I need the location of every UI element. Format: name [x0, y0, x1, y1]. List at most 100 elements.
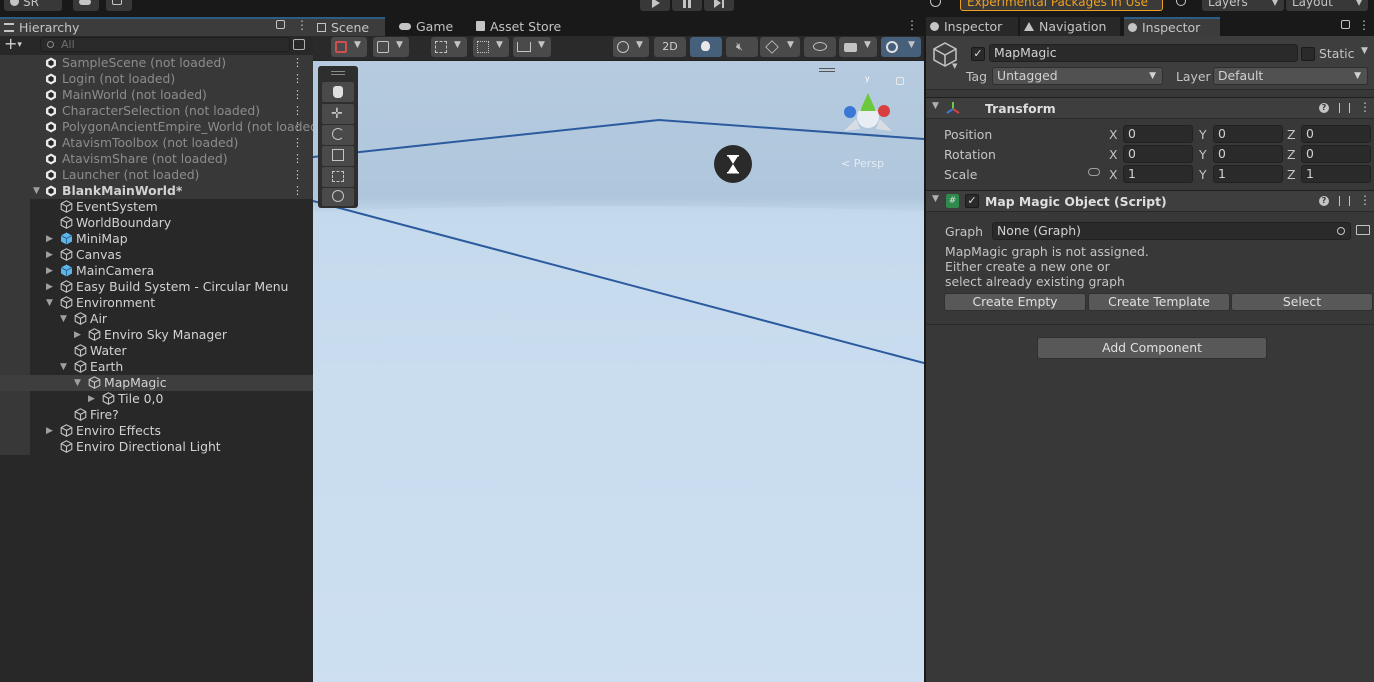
- persp-label[interactable]: < Persp: [841, 157, 884, 170]
- layers-dropdown[interactable]: Layers ▾: [1202, 0, 1284, 11]
- draw-mode-dropdown[interactable]: ▼: [331, 37, 367, 57]
- audio-toggle[interactable]: 🔇︎: [726, 37, 758, 57]
- search-input[interactable]: All: [40, 37, 290, 52]
- transform-tool-button[interactable]: [322, 188, 354, 206]
- search-button[interactable]: [1170, 0, 1200, 11]
- scene-viewport[interactable]: ✛ y < Persp: [313, 61, 924, 682]
- rotate-tool-button[interactable]: [322, 125, 354, 145]
- tab-navigation[interactable]: Navigation: [1020, 17, 1120, 36]
- scene-menu-icon[interactable]: ⋮: [292, 88, 303, 102]
- transform-x-field[interactable]: 0: [1123, 145, 1193, 163]
- transform-z-field[interactable]: 1: [1301, 165, 1371, 183]
- collapsed-arrow-icon[interactable]: ▶: [74, 327, 81, 343]
- collapsed-arrow-icon[interactable]: ▶: [46, 423, 53, 439]
- orientation-gizmo[interactable]: y: [838, 73, 898, 137]
- collapsed-arrow-icon[interactable]: ▶: [88, 391, 95, 407]
- select-button[interactable]: Select: [1231, 293, 1373, 311]
- viewport-menu-icon[interactable]: [819, 68, 835, 72]
- lock-icon[interactable]: [276, 20, 285, 29]
- axis-y-label[interactable]: Y: [1199, 127, 1207, 142]
- scene-menu-icon[interactable]: ⋮: [292, 72, 303, 86]
- hierarchy-item[interactable]: ▼ Air: [0, 311, 313, 327]
- transform-y-field[interactable]: 1: [1213, 165, 1283, 183]
- hierarchy-item[interactable]: ▶ MainCamera: [0, 263, 313, 279]
- component-menu-icon[interactable]: ⋮: [1359, 193, 1371, 207]
- drag-handle-icon[interactable]: [331, 71, 345, 75]
- gizmos-dropdown[interactable]: ▼: [881, 37, 921, 57]
- grid-toggle[interactable]: ▼: [431, 37, 467, 57]
- help-icon[interactable]: ?: [1319, 196, 1329, 206]
- pause-button[interactable]: [672, 0, 702, 11]
- collapsed-arrow-icon[interactable]: ▶: [46, 231, 53, 247]
- hierarchy-item[interactable]: ▶ Enviro Effects: [0, 423, 313, 439]
- layer-dropdown[interactable]: Default ▼: [1213, 67, 1368, 85]
- scene-row[interactable]: PolygonAncientEmpire_World (not loaded) ⋮: [0, 119, 323, 135]
- chevron-down-icon[interactable]: ▼: [1361, 46, 1368, 56]
- graph-object-field[interactable]: None (Graph): [992, 222, 1351, 240]
- increment-snap-dropdown[interactable]: ▼: [513, 37, 551, 57]
- experimental-packages-button[interactable]: Experimental Packages In Use ▾: [960, 0, 1163, 14]
- rect-tool-button[interactable]: [322, 167, 354, 187]
- script-component-header[interactable]: ▼ # ✓ Map Magic Object (Script) ? ⋮: [926, 190, 1374, 212]
- axis-x-label[interactable]: X: [1109, 167, 1118, 182]
- axis-z-label[interactable]: Z: [1287, 147, 1296, 162]
- toggle-2d-button[interactable]: 2D: [654, 37, 686, 57]
- lock-icon[interactable]: [1341, 20, 1350, 29]
- hierarchy-item[interactable]: EventSystem: [0, 199, 313, 215]
- hierarchy-item[interactable]: Fire?: [0, 407, 313, 423]
- scene-row[interactable]: AtavismToolbox (not loaded) ⋮: [0, 135, 313, 151]
- script-enabled-checkbox[interactable]: ✓: [965, 194, 979, 208]
- collab-button[interactable]: [106, 0, 132, 11]
- scene-row[interactable]: Launcher (not loaded) ⋮: [0, 167, 313, 183]
- scene-row[interactable]: SampleScene (not loaded) ⋮: [0, 55, 313, 71]
- hierarchy-item[interactable]: ▼ MapMagic: [0, 375, 313, 391]
- cloud-button[interactable]: [73, 0, 99, 11]
- tab-hierarchy[interactable]: Hierarchy: [0, 17, 313, 36]
- add-component-button[interactable]: Add Component: [1037, 337, 1267, 359]
- collapsed-arrow-icon[interactable]: ▶: [46, 263, 53, 279]
- component-menu-icon[interactable]: ⋮: [1359, 100, 1371, 114]
- axis-x-label[interactable]: X: [1109, 127, 1118, 142]
- preset-icon[interactable]: [1339, 196, 1350, 206]
- hidden-objects-toggle[interactable]: [804, 37, 836, 57]
- object-name-field[interactable]: MapMagic: [989, 44, 1298, 62]
- static-checkbox[interactable]: [1301, 47, 1315, 61]
- move-tool-button[interactable]: ✛: [322, 104, 354, 124]
- expanded-arrow-icon[interactable]: ▼: [46, 295, 53, 311]
- camera-dropdown[interactable]: ▼: [839, 37, 877, 57]
- hierarchy-item[interactable]: ▶ Easy Build System - Circular Menu: [0, 279, 313, 295]
- axis-y-label[interactable]: Y: [1199, 147, 1207, 162]
- expanded-arrow-icon[interactable]: ▼: [60, 359, 67, 375]
- scene-menu-icon[interactable]: ⋮: [292, 184, 303, 198]
- scene-menu-icon[interactable]: ⋮: [292, 168, 303, 182]
- transform-x-field[interactable]: 1: [1123, 165, 1193, 183]
- preset-icon[interactable]: [1339, 103, 1350, 113]
- active-checkbox[interactable]: ✓: [971, 47, 985, 61]
- history-button[interactable]: [924, 0, 952, 11]
- collapsed-arrow-icon[interactable]: ▶: [46, 247, 53, 263]
- transform-x-field[interactable]: 0: [1123, 125, 1193, 143]
- hierarchy-item[interactable]: ▶ Tile 0,0: [0, 391, 313, 407]
- expanded-arrow-icon[interactable]: ▼: [33, 183, 40, 199]
- panel-menu-icon[interactable]: ⋮: [296, 18, 308, 32]
- scene-menu-icon[interactable]: ⋮: [292, 120, 303, 134]
- panel-menu-icon[interactable]: ⋮: [906, 18, 918, 32]
- shading-dropdown[interactable]: ▼: [613, 37, 649, 57]
- tab-asset-store[interactable]: Asset Store: [472, 17, 572, 36]
- expanded-arrow-icon[interactable]: ▼: [74, 375, 81, 391]
- hierarchy-item[interactable]: Water: [0, 343, 313, 359]
- hierarchy-item[interactable]: ▶ Enviro Sky Manager: [0, 327, 313, 343]
- scene-row[interactable]: Login (not loaded) ⋮: [0, 71, 313, 87]
- axis-y-label[interactable]: Y: [1199, 167, 1207, 182]
- axis-z-label[interactable]: Z: [1287, 127, 1296, 142]
- help-icon[interactable]: ?: [1319, 103, 1329, 113]
- expanded-arrow-icon[interactable]: ▼: [60, 311, 67, 327]
- scale-tool-button[interactable]: [322, 146, 354, 166]
- scene-menu-icon[interactable]: ⋮: [292, 136, 303, 150]
- folder-icon[interactable]: [1356, 225, 1370, 235]
- axis-z-label[interactable]: Z: [1287, 167, 1296, 182]
- hierarchy-item[interactable]: Enviro Directional Light: [0, 439, 313, 455]
- tab-inspector[interactable]: Inspector: [926, 17, 1018, 36]
- transform-y-field[interactable]: 0: [1213, 125, 1283, 143]
- panel-menu-icon[interactable]: ⋮: [1358, 18, 1370, 32]
